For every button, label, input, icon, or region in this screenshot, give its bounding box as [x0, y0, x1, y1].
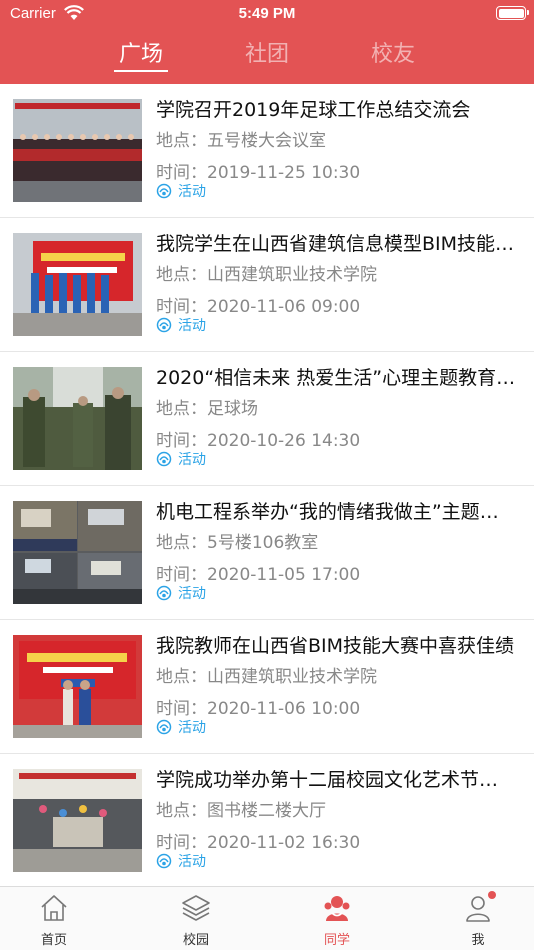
event-item[interactable]: 我院教师在山西省BIM技能大赛中喜获佳绩 地点：山西建筑职业技术学院 时间：20… — [0, 620, 534, 754]
home-icon — [41, 895, 67, 921]
event-item[interactable]: 2020“相信未来 热爱生活”心理主题教育活动 地点：足球场 时间：2020-1… — [0, 352, 534, 486]
event-thumbnail — [13, 635, 142, 738]
event-item[interactable]: 我院学生在山西省建筑信息模型BIM技能大赛中 地点：山西建筑职业技术学院 时间：… — [0, 218, 534, 352]
event-thumbnail — [13, 99, 142, 202]
event-title: 学院成功举办第十二届校园文化艺术节活动 — [156, 769, 516, 791]
event-thumbnail — [13, 501, 142, 604]
event-tag: 活动 — [156, 583, 206, 603]
tab-plaza[interactable]: 广场 — [101, 36, 181, 68]
event-list[interactable]: 学院召开2019年足球工作总结交流会 地点：五号楼大会议室 时间：2019-11… — [0, 84, 534, 886]
event-tag-label: 活动 — [178, 318, 206, 334]
event-place: 地点：山西建筑职业技术学院 — [156, 265, 377, 285]
event-title: 2020“相信未来 热爱生活”心理主题教育活动 — [156, 367, 516, 389]
tabbar-campus[interactable]: 校园 — [156, 887, 236, 950]
layers-icon — [182, 895, 210, 921]
event-time: 时间：2020-11-02 16:30 — [156, 833, 361, 853]
event-place: 地点：五号楼大会议室 — [156, 131, 326, 151]
notification-dot — [488, 891, 496, 899]
event-item[interactable]: 学院成功举办第十二届校园文化艺术节活动 地点：图书楼二楼大厅 时间：2020-1… — [0, 754, 534, 886]
event-thumbnail — [13, 367, 142, 470]
tabbar-me[interactable]: 我 — [438, 887, 518, 950]
event-tag-label: 活动 — [178, 720, 206, 736]
status-bar: Carrier 5:49 PM — [0, 0, 534, 28]
event-time: 时间：2020-10-26 14:30 — [156, 431, 361, 451]
battery-icon — [496, 6, 529, 20]
event-tag-label: 活动 — [178, 854, 206, 870]
activity-icon — [156, 853, 172, 869]
event-title: 我院教师在山西省BIM技能大赛中喜获佳绩 — [156, 635, 515, 657]
event-thumbnail — [13, 769, 142, 872]
event-tag: 活动 — [156, 181, 206, 201]
event-thumbnail — [13, 233, 142, 336]
event-time: 时间：2020-11-05 17:00 — [156, 565, 361, 585]
event-tag-label: 活动 — [178, 452, 206, 468]
event-place: 地点：山西建筑职业技术学院 — [156, 667, 377, 687]
event-tag-label: 活动 — [178, 586, 206, 602]
active-tab-indicator — [114, 70, 168, 72]
activity-icon — [156, 451, 172, 467]
event-item[interactable]: 学院召开2019年足球工作总结交流会 地点：五号楼大会议室 时间：2019-11… — [0, 84, 534, 218]
event-time: 时间：2019-11-25 10:30 — [156, 163, 361, 183]
event-time: 时间：2020-11-06 09:00 — [156, 297, 361, 317]
top-tabs: 广场 社团 校友 — [0, 30, 534, 76]
tabbar-me-label: 我 — [471, 933, 485, 948]
tabbar-home[interactable]: 首页 — [14, 887, 94, 950]
tabbar-classmates[interactable]: 同学 — [297, 887, 377, 950]
tabbar-classmates-label: 同学 — [323, 933, 350, 948]
classmates-icon — [324, 896, 350, 921]
event-place: 地点：5号楼106教室 — [156, 533, 319, 553]
event-tag-label: 活动 — [178, 184, 206, 200]
activity-icon — [156, 317, 172, 333]
event-title: 学院召开2019年足球工作总结交流会 — [156, 99, 471, 121]
event-tag: 活动 — [156, 717, 206, 737]
activity-icon — [156, 719, 172, 735]
event-tag: 活动 — [156, 449, 206, 469]
activity-icon — [156, 183, 172, 199]
event-place: 地点：图书楼二楼大厅 — [156, 801, 326, 821]
tab-alumni[interactable]: 校友 — [353, 36, 433, 68]
bottom-tab-bar: 首页 校园 同学 我 — [0, 886, 534, 950]
tab-clubs[interactable]: 社团 — [227, 36, 307, 68]
event-tag: 活动 — [156, 851, 206, 871]
clock: 5:49 PM — [238, 5, 296, 22]
tabbar-campus-label: 校园 — [182, 933, 209, 948]
event-title: 机电工程系举办“我的情绪我做主”主题班会 — [156, 501, 516, 523]
event-time: 时间：2020-11-06 10:00 — [156, 699, 361, 719]
event-place: 地点：足球场 — [156, 399, 258, 419]
event-tag: 活动 — [156, 315, 206, 335]
app-header: Carrier 5:49 PM 广场 社团 校友 — [0, 0, 534, 84]
event-title: 我院学生在山西省建筑信息模型BIM技能大赛中 — [156, 233, 516, 255]
activity-icon — [156, 585, 172, 601]
event-item[interactable]: 机电工程系举办“我的情绪我做主”主题班会 地点：5号楼106教室 时间：2020… — [0, 486, 534, 620]
tabbar-home-label: 首页 — [40, 933, 67, 948]
